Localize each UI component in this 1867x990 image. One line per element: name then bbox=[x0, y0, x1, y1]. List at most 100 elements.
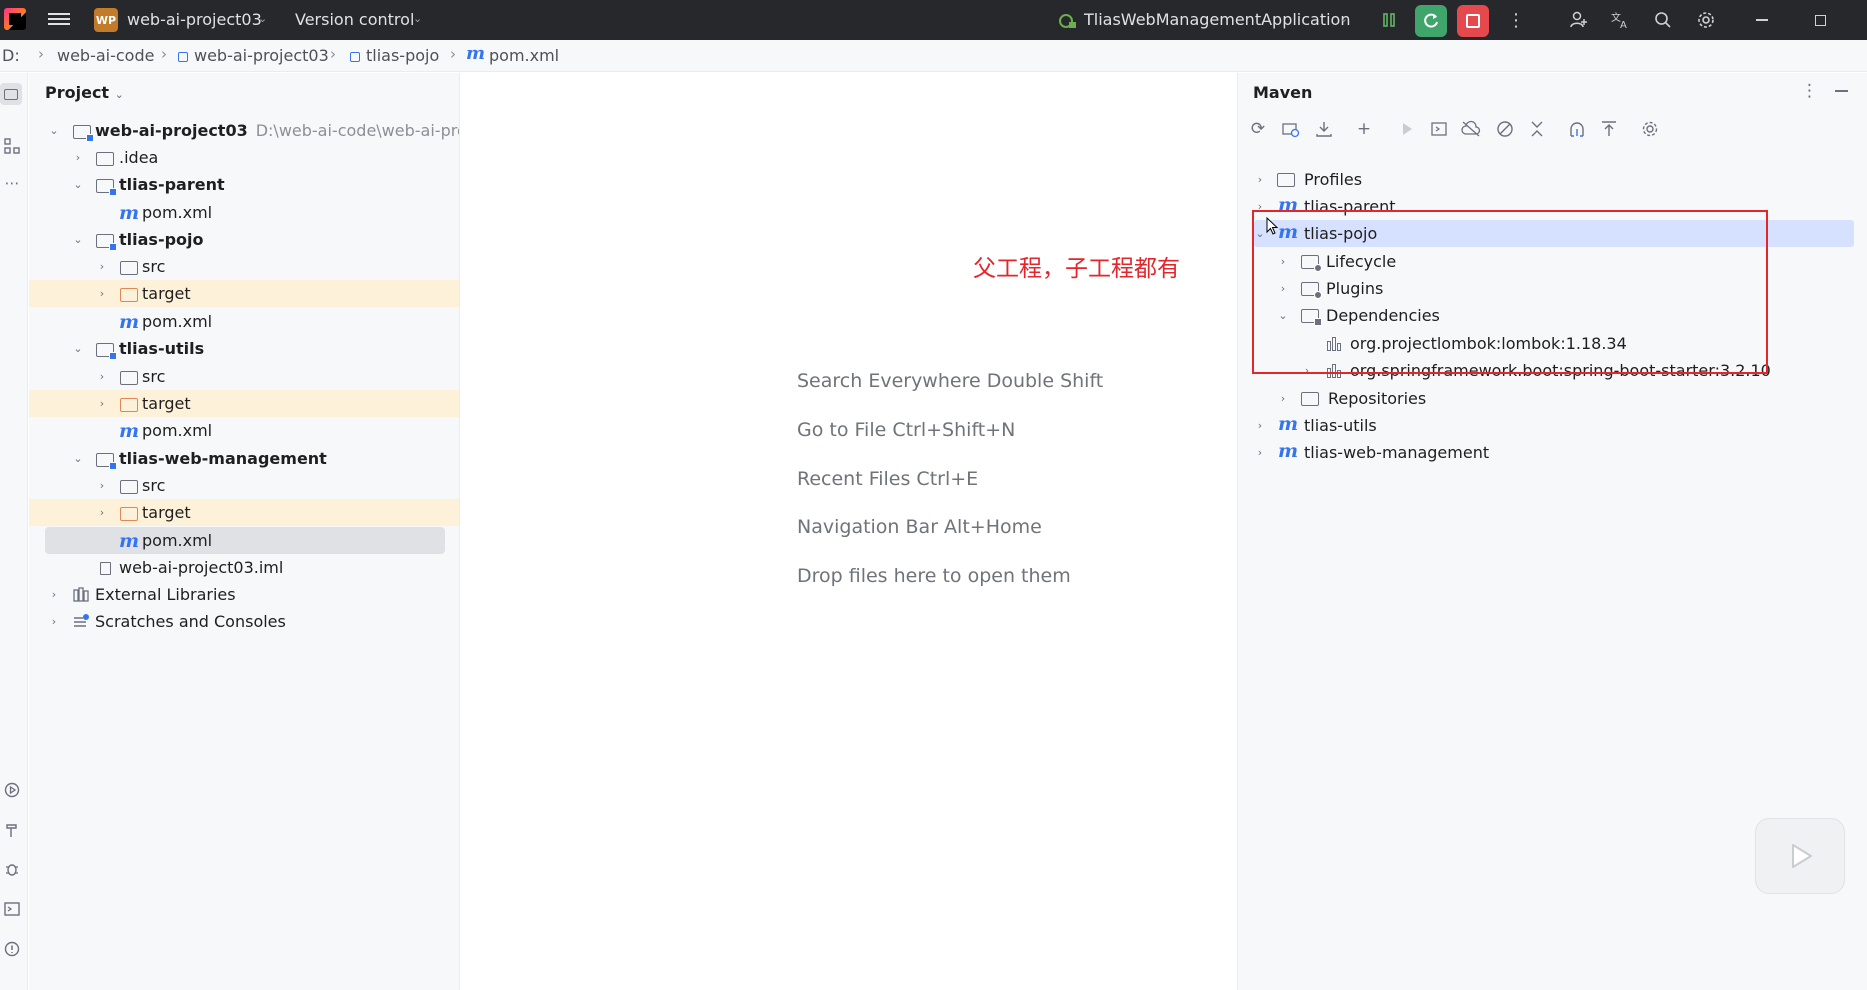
maven-item-repositories[interactable]: › Repositories bbox=[1238, 385, 1867, 412]
tree-item-label: Repositories bbox=[1328, 389, 1427, 408]
more-options-icon[interactable]: ⋮ bbox=[1801, 81, 1818, 101]
chevron-right-icon[interactable]: › bbox=[71, 151, 85, 165]
chevron-down-icon[interactable]: ⌄ bbox=[71, 178, 85, 192]
editor-empty-area[interactable]: 父工程，子工程都有 Search Everywhere Double Shift… bbox=[461, 73, 1236, 990]
code-with-me-icon[interactable] bbox=[1567, 8, 1591, 32]
toggle-profiles-icon[interactable] bbox=[1597, 117, 1621, 141]
reload-all-icon[interactable]: ⟳ bbox=[1246, 117, 1270, 141]
chevron-down-icon[interactable]: ⌄ bbox=[115, 88, 124, 101]
services-run-icon[interactable] bbox=[2, 780, 22, 800]
tree-item-tlias-parent[interactable]: ⌄ tlias-parent bbox=[29, 171, 459, 198]
chevron-right-icon[interactable]: › bbox=[1253, 418, 1267, 432]
terminal-icon[interactable] bbox=[2, 899, 22, 919]
breadcrumb-web-ai-code[interactable]: web-ai-code bbox=[57, 46, 154, 65]
chevron-right-icon[interactable]: › bbox=[95, 260, 109, 274]
tree-item-src[interactable]: › src bbox=[29, 363, 459, 390]
chevron-right-icon[interactable]: › bbox=[95, 506, 109, 520]
execute-goal-icon[interactable] bbox=[1427, 117, 1451, 141]
tree-item-web-ai-project03[interactable]: ⌄ web-ai-project03 D:\web-ai-code\web-ai-… bbox=[29, 117, 459, 144]
breadcrumb-web-ai-project03[interactable]: web-ai-project03 bbox=[194, 46, 329, 65]
run-maven-build-icon[interactable] bbox=[1395, 117, 1419, 141]
debug-bug-icon[interactable] bbox=[2, 859, 22, 879]
tree-item-target[interactable]: › target bbox=[29, 390, 459, 417]
version-control-menu[interactable]: Version control bbox=[295, 10, 414, 29]
reload-project-folder-icon[interactable] bbox=[1279, 117, 1303, 141]
tree-item-idea[interactable]: › .idea bbox=[29, 144, 459, 171]
show-dependencies-icon[interactable] bbox=[1565, 117, 1589, 141]
project-tool-folder-icon[interactable] bbox=[0, 83, 22, 105]
chevron-down-icon[interactable]: ⌄ bbox=[47, 124, 61, 138]
tree-item-label: Scratches and Consoles bbox=[95, 612, 286, 631]
offline-mode-icon[interactable] bbox=[1459, 117, 1483, 141]
more-actions-icon[interactable]: ⋮ bbox=[1504, 8, 1528, 32]
tree-item-tlias-pojo[interactable]: ⌄ tlias-pojo bbox=[29, 226, 459, 253]
maven-item-tlias-web-management[interactable]: › m tlias-web-management bbox=[1238, 439, 1867, 466]
tree-item-pom-xml[interactable]: m pom.xml bbox=[29, 308, 459, 335]
add-maven-project-icon[interactable]: + bbox=[1352, 117, 1376, 141]
spring-boot-icon bbox=[1059, 14, 1076, 28]
pause-icon[interactable] bbox=[1377, 8, 1401, 32]
settings-gear-icon[interactable] bbox=[1694, 8, 1718, 32]
chevron-right-icon[interactable]: › bbox=[1253, 445, 1267, 459]
minimize-window-icon[interactable] bbox=[1750, 8, 1774, 32]
tree-item-label: tlias-web-management bbox=[119, 449, 327, 468]
maven-icon: m bbox=[1278, 440, 1299, 462]
vcs-chevron-down-icon[interactable]: ⌄ bbox=[413, 12, 422, 25]
more-tools-icon[interactable]: ⋯ bbox=[2, 173, 22, 193]
main-menu-icon[interactable] bbox=[48, 10, 70, 30]
stop-button[interactable] bbox=[1457, 5, 1489, 37]
chevron-right-icon[interactable]: › bbox=[47, 588, 61, 602]
run-configuration-selector[interactable]: TliasWebManagementApplication bbox=[1084, 10, 1350, 29]
tree-item-scratches[interactable]: › Scratches and Consoles bbox=[29, 608, 459, 635]
maven-item-profiles[interactable]: › Profiles bbox=[1238, 166, 1867, 193]
chevron-right-icon[interactable]: › bbox=[1276, 391, 1290, 405]
download-sources-icon[interactable] bbox=[1312, 117, 1336, 141]
title-bar: WP web-ai-project03 ⌄ Version control ⌄ … bbox=[0, 0, 1867, 40]
structure-icon[interactable] bbox=[2, 136, 22, 156]
chevron-down-icon[interactable]: ⌄ bbox=[71, 342, 85, 356]
build-hammer-icon[interactable] bbox=[2, 820, 22, 840]
translate-icon[interactable]: 文A bbox=[1608, 8, 1632, 32]
chevron-right-icon[interactable]: › bbox=[95, 479, 109, 493]
project-panel-title[interactable]: Project ⌄ bbox=[45, 83, 124, 102]
maven-settings-icon[interactable] bbox=[1638, 117, 1662, 141]
breadcrumb-pom-xml[interactable]: pom.xml bbox=[489, 46, 559, 65]
module-folder-icon bbox=[95, 449, 117, 470]
chevron-down-icon[interactable]: ⌄ bbox=[71, 233, 85, 247]
collapse-all-icon[interactable] bbox=[1525, 117, 1549, 141]
tree-item-external-libraries[interactable]: › External Libraries bbox=[29, 581, 459, 608]
breadcrumb-tlias-pojo[interactable]: tlias-pojo bbox=[366, 46, 439, 65]
restore-window-icon[interactable] bbox=[1808, 8, 1832, 32]
tree-item-pom-xml-selected[interactable]: m pom.xml bbox=[45, 527, 445, 554]
project-badge[interactable]: WP bbox=[94, 8, 118, 32]
tree-item-target[interactable]: › target bbox=[29, 499, 459, 526]
tree-item-src[interactable]: › src bbox=[29, 253, 459, 280]
maven-item-tlias-utils[interactable]: › m tlias-utils bbox=[1238, 412, 1867, 439]
video-player-widget[interactable] bbox=[1755, 818, 1845, 894]
tree-item-target[interactable]: › target bbox=[29, 280, 459, 307]
rerun-button[interactable] bbox=[1415, 5, 1447, 37]
tree-item-pom-xml[interactable]: m pom.xml bbox=[29, 199, 459, 226]
skip-tests-icon[interactable] bbox=[1493, 117, 1517, 141]
project-chevron-down-icon[interactable]: ⌄ bbox=[258, 12, 267, 25]
run-config-chevron-down-icon[interactable]: ⌄ bbox=[1339, 12, 1348, 25]
tree-item-tlias-web-management[interactable]: ⌄ tlias-web-management bbox=[29, 445, 459, 472]
problems-icon[interactable] bbox=[2, 939, 22, 959]
search-icon[interactable] bbox=[1651, 8, 1675, 32]
tree-item-iml-file[interactable]: web-ai-project03.iml bbox=[29, 554, 459, 581]
hide-panel-icon[interactable] bbox=[1835, 90, 1848, 92]
mouse-cursor-icon bbox=[1266, 217, 1279, 235]
chevron-right-icon[interactable]: › bbox=[1253, 172, 1267, 186]
tree-item-pom-xml[interactable]: m pom.xml bbox=[29, 417, 459, 444]
intellij-logo-icon[interactable] bbox=[4, 8, 26, 30]
tree-item-tlias-utils[interactable]: ⌄ tlias-utils bbox=[29, 335, 459, 362]
chevron-right-icon[interactable]: › bbox=[47, 615, 61, 629]
tree-item-src[interactable]: › src bbox=[29, 472, 459, 499]
tree-item-label: .idea bbox=[119, 148, 159, 167]
breadcrumb-drive[interactable]: D: bbox=[2, 46, 20, 65]
chevron-right-icon[interactable]: › bbox=[95, 370, 109, 384]
chevron-right-icon[interactable]: › bbox=[95, 397, 109, 411]
project-switcher[interactable]: web-ai-project03 bbox=[127, 10, 262, 29]
chevron-down-icon[interactable]: ⌄ bbox=[71, 452, 85, 466]
chevron-right-icon[interactable]: › bbox=[95, 287, 109, 301]
